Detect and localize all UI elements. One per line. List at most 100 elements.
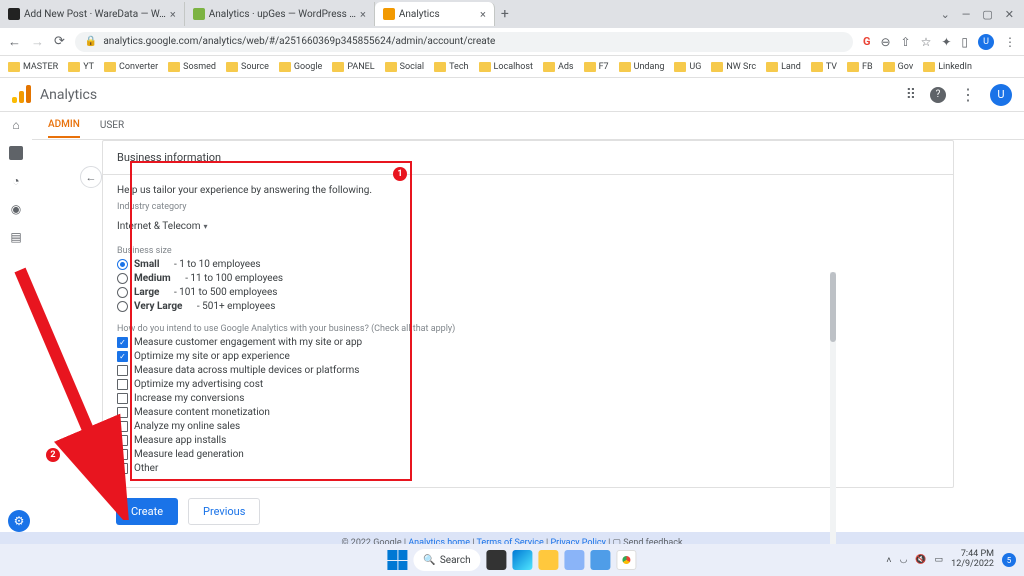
user-avatar[interactable]: U [990, 84, 1012, 106]
reload-button[interactable]: ⟳ [54, 34, 65, 49]
bookmark-item[interactable]: NW Src [711, 62, 756, 72]
intent-option[interactable]: Measure lead generation [117, 449, 499, 460]
checkbox-icon[interactable] [117, 365, 128, 376]
bookmark-item[interactable]: Ads [543, 62, 574, 72]
back-button[interactable]: ← [80, 166, 102, 188]
settings-fab[interactable]: ⚙ [8, 510, 30, 532]
minimize-icon[interactable]: — [962, 8, 971, 21]
battery-icon[interactable]: ▭ [935, 555, 944, 565]
bookmark-item[interactable]: F7 [584, 62, 609, 72]
size-option[interactable]: Small - 1 to 10 employees [117, 259, 499, 270]
scrollbar[interactable] [830, 272, 836, 552]
explorer-icon[interactable] [539, 550, 559, 570]
url-input[interactable]: 🔒 analytics.google.com/analytics/web/#/a… [75, 32, 853, 52]
taskbar-app-icon[interactable] [565, 550, 585, 570]
radio-icon[interactable] [117, 259, 128, 270]
chevron-up-icon[interactable]: ˄ [886, 555, 891, 566]
intent-option[interactable]: Other [117, 463, 499, 474]
new-tab-button[interactable]: + [495, 6, 515, 22]
intent-option[interactable]: Measure content monetization [117, 407, 499, 418]
bookmark-item[interactable]: LinkedIn [923, 62, 972, 72]
bookmark-item[interactable]: Source [226, 62, 269, 72]
checkbox-icon[interactable] [117, 435, 128, 446]
checkbox-icon[interactable] [117, 379, 128, 390]
browser-tab[interactable]: Add New Post · WareData — W…× [0, 2, 185, 26]
bookmark-item[interactable]: YT [68, 62, 94, 72]
browser-tab-active[interactable]: Analytics× [375, 2, 495, 26]
chrome-icon[interactable] [617, 550, 637, 570]
industry-dropdown[interactable]: Internet & Telecom [117, 219, 208, 234]
intent-option[interactable]: Increase my conversions [117, 393, 499, 404]
taskbar-search[interactable]: 🔍Search [413, 549, 480, 571]
bookmark-item[interactable]: Land [766, 62, 801, 72]
bookmark-item[interactable]: TV [811, 62, 837, 72]
explore-icon[interactable]: ◔ [12, 174, 19, 188]
configure-icon[interactable]: ▤ [10, 230, 21, 244]
radio-icon[interactable] [117, 301, 128, 312]
create-button[interactable]: Create [116, 498, 178, 525]
radio-icon[interactable] [117, 273, 128, 284]
zoom-icon[interactable]: ⊖ [880, 35, 890, 49]
chevron-down-icon[interactable]: ⌄ [941, 8, 950, 21]
notification-badge[interactable]: 5 [1002, 553, 1016, 567]
size-option[interactable]: Medium - 11 to 100 employees [117, 273, 499, 284]
google-icon[interactable]: G [863, 35, 871, 48]
browser-tab[interactable]: Analytics · upGes — WordPress …× [185, 2, 375, 26]
bookmark-item[interactable]: Google [279, 62, 322, 72]
close-icon[interactable]: × [170, 8, 176, 21]
bookmark-item[interactable]: MASTER [8, 62, 58, 72]
bookmark-item[interactable]: Localhost [479, 62, 533, 72]
star-icon[interactable]: ☆ [921, 35, 932, 49]
apps-icon[interactable]: ⠿ [906, 87, 916, 103]
intent-option[interactable]: Measure customer engagement with my site… [117, 337, 499, 348]
taskbar-app-icon[interactable] [591, 550, 611, 570]
start-button[interactable] [387, 550, 407, 570]
forward-button[interactable]: → [31, 34, 44, 50]
tab-user[interactable]: USER [100, 114, 124, 137]
radio-icon[interactable] [117, 287, 128, 298]
intent-option[interactable]: Measure app installs [117, 435, 499, 446]
extensions-icon[interactable]: ✦ [941, 35, 951, 49]
checkbox-icon[interactable] [117, 337, 128, 348]
bookmark-item[interactable]: FB [847, 62, 873, 72]
bookmark-item[interactable]: Gov [883, 62, 914, 72]
close-window-icon[interactable]: ✕ [1005, 8, 1014, 21]
intent-option[interactable]: Measure data across multiple devices or … [117, 365, 499, 376]
previous-button[interactable]: Previous [188, 498, 260, 525]
volume-icon[interactable]: 🔇 [915, 555, 926, 565]
bookmark-item[interactable]: Social [385, 62, 424, 72]
intent-option[interactable]: Optimize my advertising cost [117, 379, 499, 390]
taskbar-app-icon[interactable] [487, 550, 507, 570]
menu-icon[interactable]: ⋮ [960, 85, 976, 104]
tab-admin[interactable]: ADMIN [48, 113, 80, 138]
menu-icon[interactable]: ⋮ [1004, 35, 1016, 49]
wifi-icon[interactable]: ◡ [900, 555, 908, 565]
back-button[interactable]: ← [8, 34, 21, 50]
checkbox-icon[interactable] [117, 407, 128, 418]
checkbox-icon[interactable] [117, 449, 128, 460]
reports-icon[interactable] [9, 146, 23, 160]
bookmark-item[interactable]: Tech [434, 62, 468, 72]
home-icon[interactable]: ⌂ [12, 118, 19, 132]
share-icon[interactable]: ⇧ [901, 35, 911, 49]
checkbox-icon[interactable] [117, 463, 128, 474]
profile-avatar[interactable]: U [978, 34, 994, 50]
bookmark-item[interactable]: Undang [619, 62, 665, 72]
checkbox-icon[interactable] [117, 421, 128, 432]
intent-option[interactable]: Optimize my site or app experience [117, 351, 499, 362]
reading-list-icon[interactable]: ▯ [961, 35, 968, 49]
bookmark-item[interactable]: UG [674, 62, 701, 72]
bookmark-item[interactable]: PANEL [332, 62, 374, 72]
size-option[interactable]: Very Large - 501+ employees [117, 301, 499, 312]
advertising-icon[interactable]: ◉ [11, 202, 21, 216]
close-icon[interactable]: × [360, 8, 366, 21]
close-icon[interactable]: × [480, 8, 486, 21]
taskbar-clock[interactable]: 7:44 PM12/9/2022 [951, 550, 994, 570]
checkbox-icon[interactable] [117, 393, 128, 404]
bookmark-item[interactable]: Converter [104, 62, 158, 72]
edge-icon[interactable] [513, 550, 533, 570]
size-option[interactable]: Large - 101 to 500 employees [117, 287, 499, 298]
checkbox-icon[interactable] [117, 351, 128, 362]
maximize-icon[interactable]: ▢ [982, 8, 992, 21]
intent-option[interactable]: Analyze my online sales [117, 421, 499, 432]
